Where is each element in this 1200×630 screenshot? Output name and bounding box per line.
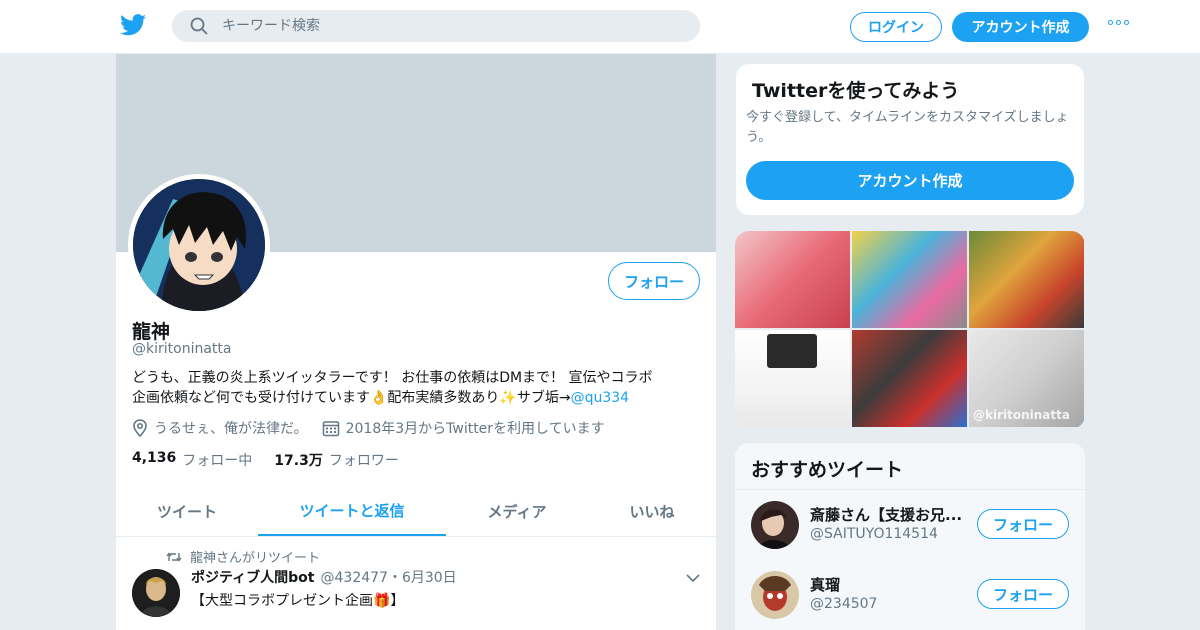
tweet-item[interactable]: 龍神さんがリツイート ポジティブ人間bot @432477・6月30日 【大型コ… — [116, 537, 716, 630]
media-thumb-2[interactable] — [852, 231, 967, 328]
retweet-note: 龍神さんがリツイート — [190, 551, 321, 566]
more-options-icon[interactable] — [1108, 20, 1129, 25]
search-icon — [190, 17, 208, 35]
profile-name: 龍神 — [132, 321, 171, 343]
profile-stats: 4,136 フォロー中 17.3万 フォロワー — [132, 450, 421, 470]
tweet-author-name[interactable]: ポジティブ人間bot — [191, 567, 315, 587]
bio-line-1: どうも、正義の炎上系ツイッタラーです！ お仕事の依頼はDMまで！ 宣伝やコラボ — [132, 370, 653, 386]
followers-count[interactable]: 17.3万 — [274, 450, 323, 470]
profile-meta: うるせぇ、俺が法律だ。 2018年3月からTwitterを利用しています — [132, 418, 619, 438]
retweet-context: 龍神さんがリツイート — [166, 547, 320, 566]
profile-avatar[interactable] — [128, 174, 270, 316]
recommended-tweets: おすすめツイート 斎藤さん【支援お兄... @SAITUYO114514 フォロ… — [735, 443, 1085, 630]
recommended-follow-button[interactable]: フォロー — [977, 579, 1069, 609]
signup-prompt-card: Twitterを使ってみよう 今すぐ登録して、タイムラインをカスタマイズしましょ… — [735, 63, 1085, 216]
twitter-bird-icon[interactable] — [120, 14, 146, 36]
chevron-down-icon[interactable] — [686, 573, 700, 583]
recommended-user-handle: @234507 — [810, 596, 878, 612]
calendar-icon — [322, 421, 339, 437]
location-icon — [133, 419, 147, 437]
media-watermark: @kiritoninatta — [973, 408, 1070, 422]
bio-link[interactable]: @qu334 — [571, 390, 629, 406]
tab-tweets[interactable]: ツイート — [116, 486, 258, 536]
search-box[interactable] — [172, 10, 700, 42]
profile-joined: 2018年3月からTwitterを利用しています — [345, 421, 605, 437]
avatar[interactable] — [751, 501, 799, 549]
tab-tweets-and-replies[interactable]: ツイートと返信 — [258, 486, 446, 536]
following-label[interactable]: フォロー中 — [182, 450, 252, 470]
recommended-follow-button[interactable]: フォロー — [977, 509, 1069, 539]
profile-bio: どうも、正義の炎上系ツイッタラーです！ お仕事の依頼はDMまで！ 宣伝やコラボ … — [132, 368, 702, 408]
media-thumb-1[interactable] — [735, 231, 850, 328]
media-thumb-5[interactable] — [852, 330, 967, 427]
recommended-user-handle: @SAITUYO114514 — [810, 526, 938, 542]
tab-likes[interactable]: いいね — [588, 486, 716, 536]
tweet-text: 【大型コラボプレゼント企画🎁】 — [191, 593, 405, 609]
tweet-handle-date: @432477・6月30日 — [320, 570, 457, 586]
profile-column: フォロー 龍神 @kiritoninatta どうも、正義の炎上系ツイッタラーで… — [115, 54, 717, 630]
media-thumb-3[interactable] — [969, 231, 1084, 328]
bio-line-2: 企画依頼など何でも受け付けています👌配布実績多数あり✨サブ垢→ — [132, 390, 571, 406]
retweet-icon — [166, 551, 182, 562]
tweet-author-avatar[interactable] — [132, 569, 180, 617]
profile-location: うるせぇ、俺が法律だ。 — [154, 421, 308, 437]
recommended-user[interactable]: 斎藤さん【支援お兄... @SAITUYO114514 フォロー — [735, 490, 1085, 561]
recommended-title: おすすめツイート — [751, 459, 904, 481]
avatar-illustration — [133, 179, 265, 311]
top-bar: ログイン アカウント作成 — [0, 0, 1200, 54]
followers-label[interactable]: フォロワー — [329, 450, 399, 470]
recommended-user-name[interactable]: 斎藤さん【支援お兄... — [810, 504, 962, 525]
login-button[interactable]: ログイン — [850, 12, 942, 42]
tweet-header: ポジティブ人間bot @432477・6月30日 — [191, 567, 457, 587]
media-thumb-4[interactable] — [735, 330, 850, 427]
follow-button[interactable]: フォロー — [608, 262, 700, 300]
profile-handle: @kiritoninatta — [132, 341, 232, 357]
tab-media[interactable]: メディア — [446, 486, 588, 536]
recommended-header: おすすめツイート — [735, 443, 1085, 490]
sidebar-signup-button[interactable]: アカウント作成 — [746, 161, 1074, 200]
media-grid: @kiritoninatta — [735, 231, 1085, 429]
avatar[interactable] — [751, 571, 799, 619]
signup-button[interactable]: アカウント作成 — [952, 12, 1089, 42]
signup-card-text: 今すぐ登録して、タイムラインをカスタマイズしましょう。 — [746, 110, 1069, 145]
recommended-user-name[interactable]: 真瑠 — [810, 574, 840, 595]
profile-tabs: ツイート ツイートと返信 メディア いいね — [116, 486, 716, 537]
recommended-user[interactable]: 真瑠 @234507 フォロー — [735, 560, 1085, 630]
signup-card-title: Twitterを使ってみよう — [752, 80, 960, 102]
following-count[interactable]: 4,136 — [132, 450, 176, 470]
search-input[interactable] — [220, 17, 664, 35]
media-thumb-6[interactable]: @kiritoninatta — [969, 330, 1084, 427]
